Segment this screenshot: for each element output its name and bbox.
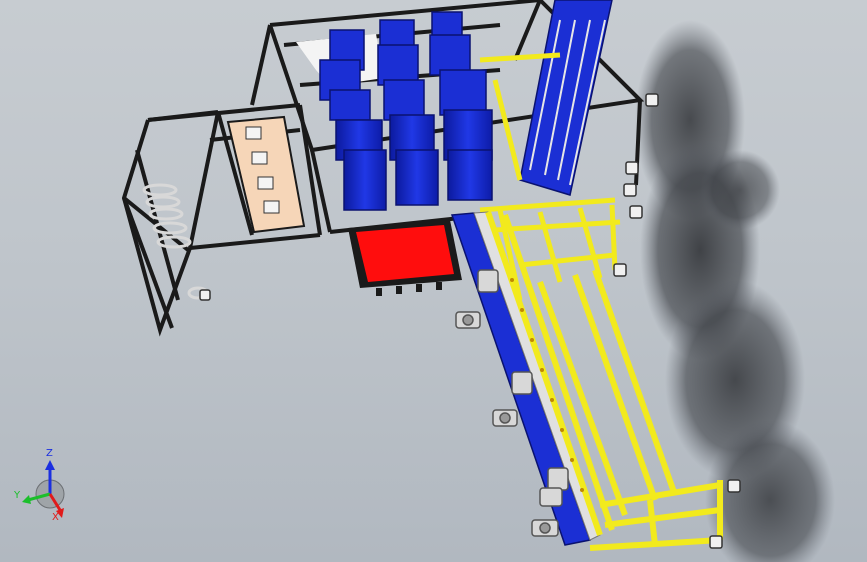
graphics-viewport[interactable]: Z Y X [0,0,867,562]
x-axis-label: X [52,512,59,523]
y-axis-label: Y [14,490,21,501]
red-tray[interactable] [348,220,462,296]
assembly-model[interactable] [0,0,867,562]
blue-modules[interactable] [319,0,613,211]
triad-graphic [22,460,65,518]
orientation-triad[interactable]: Z Y X [14,448,74,528]
mounting-panel [226,115,306,234]
z-axis-label: Z [46,448,53,459]
